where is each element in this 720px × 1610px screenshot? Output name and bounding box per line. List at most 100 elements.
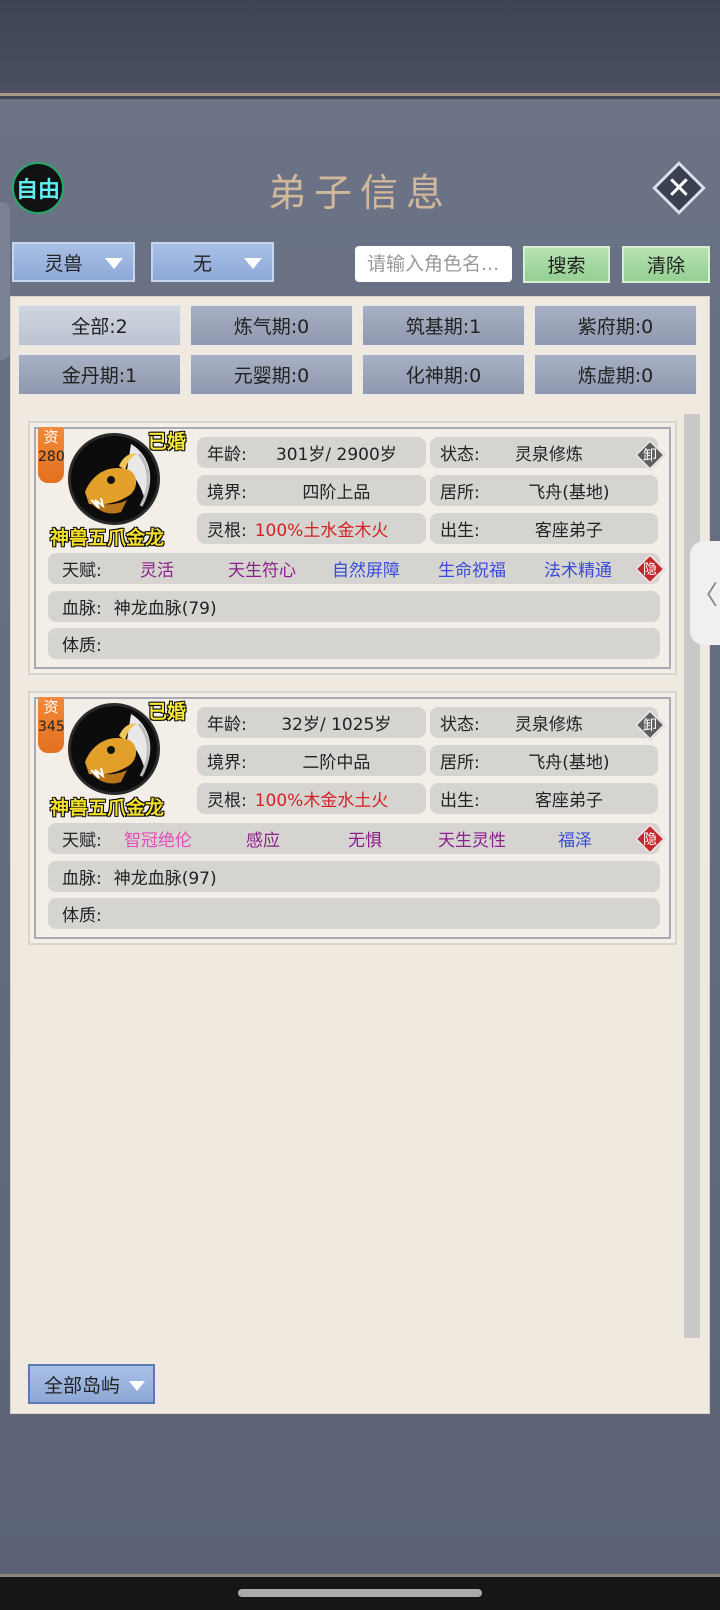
type-select[interactable]: 灵兽	[12, 242, 135, 282]
realm-filter-zifu[interactable]: 紫府期:0	[534, 305, 697, 346]
age-value: 32岁/ 1025岁	[281, 715, 392, 735]
hide-button[interactable]: 隐	[634, 553, 666, 585]
dragon-avatar	[68, 703, 160, 795]
top-band	[0, 0, 720, 96]
realm-filter-jindan[interactable]: 金丹期:1	[18, 354, 181, 395]
realm-value: 二阶中品	[302, 753, 371, 773]
close-icon: ✕	[666, 170, 692, 206]
island-select-value: 全部岛屿	[44, 1374, 121, 1397]
avatar-block[interactable]: 资 280 已婚 神兽五爪金龙	[38, 427, 190, 555]
birth-label: 出生:	[440, 521, 480, 541]
aptitude-value: 280	[38, 449, 65, 465]
talent-item[interactable]: 法术精通	[544, 556, 612, 581]
dragon-icon	[71, 436, 157, 522]
state-label: 状态:	[440, 445, 480, 465]
age-value: 301岁/ 2900岁	[275, 445, 397, 465]
physique-row: 体质:	[48, 898, 660, 929]
home-indicator[interactable]	[238, 1589, 482, 1597]
married-badge: 已婚	[148, 431, 187, 453]
residence-field: 居所: 飞舟(基地)	[430, 475, 658, 506]
disciple-name: 神兽五爪金龙	[50, 797, 165, 819]
realm-label: 境界:	[207, 753, 247, 773]
hide-label: 隐	[643, 832, 657, 848]
talent-item[interactable]: 灵活	[140, 556, 174, 581]
chevron-down-icon	[244, 258, 262, 269]
talent-item[interactable]: 天生符心	[228, 556, 296, 581]
talent-item[interactable]: 智冠绝伦	[124, 826, 192, 851]
unequip-button[interactable]: 卸	[634, 709, 666, 741]
chevron-down-icon	[129, 1381, 145, 1391]
realm-filter-zhuji[interactable]: 筑基期:1	[362, 305, 525, 346]
talent-item[interactable]: 生命祝福	[438, 556, 506, 581]
talent-item[interactable]: 感应	[246, 826, 280, 851]
aptitude-prefix: 资	[43, 698, 59, 716]
realm-label: 境界:	[207, 483, 247, 503]
clear-button[interactable]: 清除	[622, 246, 710, 283]
realm-filter-all[interactable]: 全部:2	[18, 305, 181, 346]
birth-field: 出生: 客座弟子	[430, 783, 658, 814]
realm-filter-yuanying[interactable]: 元婴期:0	[190, 354, 353, 395]
root-label: 灵根:	[207, 521, 247, 541]
realm-filter-lianqi[interactable]: 炼气期:0	[190, 305, 353, 346]
unequip-label: 卸	[643, 718, 657, 734]
realm-field: 境界: 四阶上品	[197, 475, 426, 506]
age-field: 年龄: 32岁/ 1025岁	[197, 707, 426, 738]
hide-button[interactable]: 隐	[634, 823, 666, 855]
talent-label: 天赋:	[62, 561, 102, 581]
bloodline-row: 血脉: 神龙血脉(97)	[48, 861, 660, 892]
talent-item[interactable]: 天生灵性	[438, 826, 506, 851]
residence-label: 居所:	[440, 483, 480, 503]
bloodline-value: 神龙血脉(79)	[113, 599, 217, 619]
root-value: 100%木金水土火	[254, 791, 389, 811]
root-value: 100%土水金木火	[254, 521, 389, 541]
search-button[interactable]: 搜索	[523, 246, 610, 283]
aptitude-value: 345	[38, 719, 65, 735]
root-field: 灵根: 100%木金水土火	[197, 783, 426, 814]
physique-label: 体质:	[62, 636, 102, 656]
realm-filter-huashen[interactable]: 化神期:0	[362, 354, 525, 395]
close-button[interactable]: ✕	[652, 161, 706, 215]
birth-value: 客座弟子	[534, 521, 603, 541]
disciple-name: 神兽五爪金龙	[50, 527, 165, 549]
state-value: 灵泉修炼	[514, 715, 583, 735]
state-field: 状态: 灵泉修炼	[430, 437, 658, 468]
bloodline-value: 神龙血脉(97)	[113, 869, 217, 889]
state-value: 灵泉修炼	[514, 445, 583, 465]
hide-label: 隐	[643, 562, 657, 578]
talent-item[interactable]: 无惧	[348, 826, 382, 851]
left-edge-tab	[0, 202, 10, 360]
aptitude-badge: 资 280	[38, 427, 65, 483]
birth-field: 出生: 客座弟子	[430, 513, 658, 544]
avatar-block[interactable]: 资 345 已婚 神兽五爪金龙	[38, 697, 190, 825]
realm-filter-lianxu[interactable]: 炼虚期:0	[534, 354, 697, 395]
realm-field: 境界: 二阶中品	[197, 745, 426, 776]
residence-value: 飞舟(基地)	[528, 753, 610, 773]
talent-label: 天赋:	[62, 831, 102, 851]
age-field: 年龄: 301岁/ 2900岁	[197, 437, 426, 468]
disciple-card[interactable]: 资 280 已婚 神兽五爪金龙 年龄: 301岁/ 2900岁 状态: 灵泉修炼	[28, 421, 677, 675]
chevron-left-icon[interactable]: 〈	[690, 541, 720, 645]
talent-row: 天赋: 灵活 天生符心 自然屏障 生命祝福 法术精通	[48, 553, 660, 584]
unequip-button[interactable]: 卸	[634, 439, 666, 471]
disciple-card[interactable]: 资 345 已婚 神兽五爪金龙 年龄: 32岁/ 1025岁 状态: 灵泉修炼 …	[28, 691, 677, 945]
talent-item[interactable]: 自然屏障	[332, 556, 400, 581]
physique-label: 体质:	[62, 906, 102, 926]
page-title: 弟子信息	[267, 171, 452, 215]
second-select[interactable]: 无	[151, 242, 274, 282]
aptitude-badge: 资 345	[38, 697, 65, 753]
unequip-label: 卸	[643, 448, 657, 464]
bloodline-label: 血脉:	[62, 599, 102, 619]
age-label: 年龄:	[207, 445, 247, 465]
aptitude-prefix: 资	[43, 428, 59, 446]
bloodline-label: 血脉:	[62, 869, 102, 889]
dragon-avatar	[68, 433, 160, 525]
talent-row: 天赋: 智冠绝伦 感应 无惧 天生灵性 福泽	[48, 823, 660, 854]
state-field: 状态: 灵泉修炼	[430, 707, 658, 738]
physique-row: 体质:	[48, 628, 660, 659]
age-label: 年龄:	[207, 715, 247, 735]
birth-value: 客座弟子	[534, 791, 603, 811]
talent-item[interactable]: 福泽	[558, 826, 592, 851]
birth-label: 出生:	[440, 791, 480, 811]
island-select[interactable]: 全部岛屿	[28, 1364, 155, 1404]
search-input[interactable]	[355, 246, 512, 282]
